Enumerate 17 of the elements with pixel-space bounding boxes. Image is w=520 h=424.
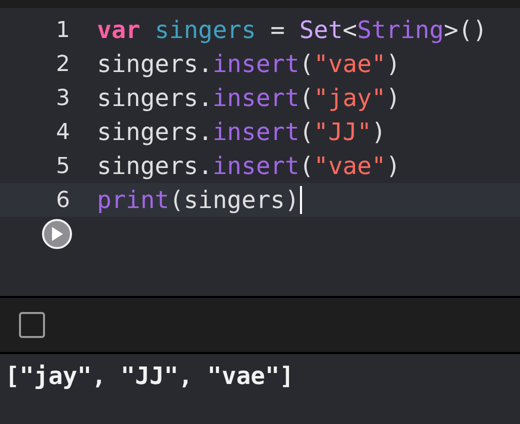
console-output: ["jay", "JJ", "vae"] — [5, 362, 295, 390]
run-button[interactable] — [42, 219, 72, 249]
code-line: singers.insert("vae") — [97, 50, 400, 78]
line-number: 6 — [55, 188, 70, 212]
code-line: singers.insert("jay") — [97, 84, 400, 112]
text-cursor — [300, 186, 302, 214]
panel-toggle-button[interactable] — [19, 312, 45, 338]
line-number: 2 — [55, 52, 70, 76]
line-number: 3 — [55, 86, 70, 110]
play-icon — [51, 227, 63, 241]
line-number: 4 — [55, 120, 70, 144]
code-line: print(singers) — [97, 186, 300, 214]
line-number: 5 — [55, 154, 70, 178]
line-number: 1 — [55, 18, 70, 42]
code-line: singers.insert("vae") — [97, 152, 400, 180]
code-line: var singers = Set<String>() — [97, 16, 488, 44]
code-line: singers.insert("JJ") — [97, 118, 386, 146]
